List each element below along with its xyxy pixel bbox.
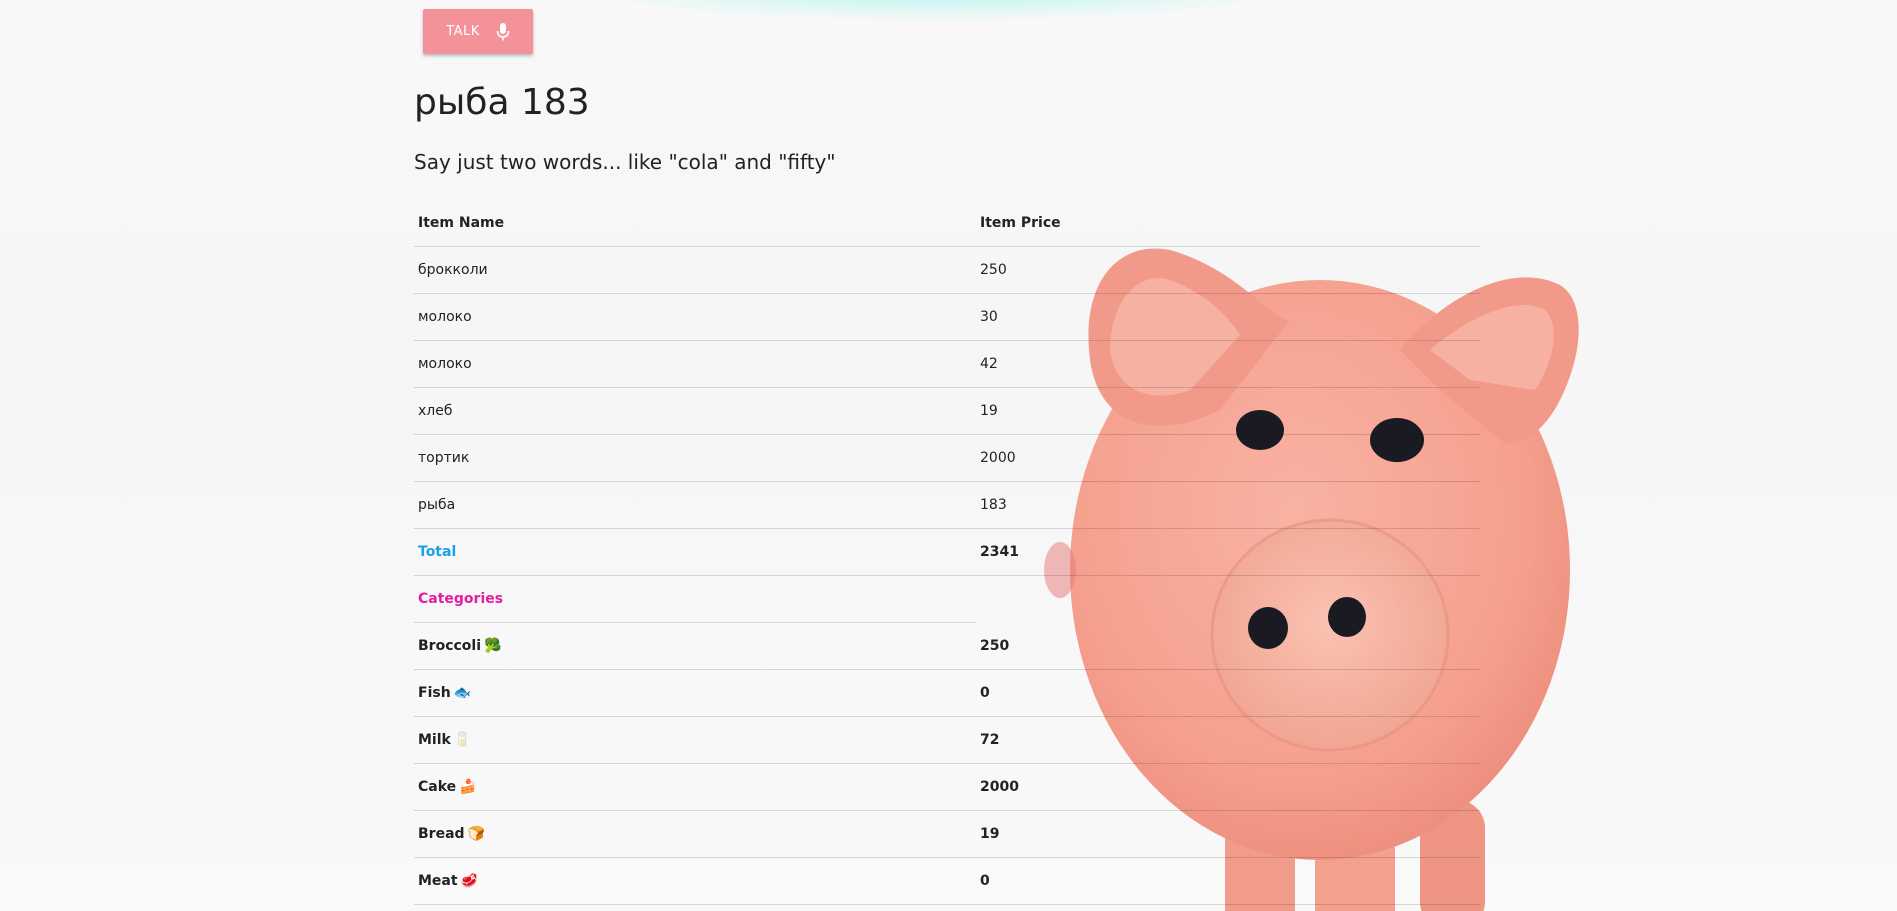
item-name: хлеб bbox=[414, 387, 976, 435]
item-price: 30 bbox=[976, 293, 1480, 341]
item-price: 42 bbox=[976, 340, 1480, 388]
categories-label: Categories bbox=[414, 575, 976, 623]
category-value: 19 bbox=[976, 810, 1480, 858]
broccoli-icon: 🥦 bbox=[484, 638, 502, 654]
page: TALK рыба 183 Say just two words... like… bbox=[0, 0, 1897, 911]
item-price: 2000 bbox=[976, 434, 1480, 482]
top-glow bbox=[600, 0, 1280, 20]
table-row: молоко 30 bbox=[414, 293, 1480, 341]
item-price: 250 bbox=[976, 246, 1480, 294]
category-label: Meat bbox=[418, 873, 458, 889]
category-name: Bread 🍞 bbox=[414, 810, 976, 858]
categories-empty-cell bbox=[976, 576, 1480, 623]
item-name: тортик bbox=[414, 434, 976, 482]
category-row: Bread 🍞 19 bbox=[414, 810, 1480, 858]
total-value: 2341 bbox=[976, 528, 1480, 576]
category-name: Broccoli 🥦 bbox=[414, 622, 976, 670]
fish-icon: 🐟 bbox=[453, 685, 472, 701]
table-row: тортик 2000 bbox=[414, 434, 1480, 482]
category-name: Meat 🥩 bbox=[414, 857, 976, 905]
milk-icon: 🥛 bbox=[453, 732, 472, 748]
instructions-text: Say just two words... like "cola" and "f… bbox=[414, 150, 836, 174]
item-price: 183 bbox=[976, 481, 1480, 529]
category-name: Cake 🍰 bbox=[414, 763, 976, 811]
item-name: молоко bbox=[414, 293, 976, 341]
category-name: Milk 🥛 bbox=[414, 716, 976, 764]
item-name: рыба bbox=[414, 481, 976, 529]
category-value: 72 bbox=[976, 716, 1480, 764]
cake-icon: 🍰 bbox=[459, 779, 477, 795]
category-value: 250 bbox=[976, 622, 1480, 670]
category-row: Fish 🐟 0 bbox=[414, 669, 1480, 717]
category-label: Cake bbox=[418, 779, 457, 795]
categories-row: Categories bbox=[414, 575, 1480, 623]
category-label: Milk bbox=[418, 732, 451, 748]
talk-button[interactable]: TALK bbox=[423, 9, 533, 54]
category-label: Broccoli bbox=[418, 638, 482, 654]
category-row: Cake 🍰 2000 bbox=[414, 763, 1480, 811]
table-header-row: Item Name Item Price bbox=[414, 200, 1480, 247]
category-label: Bread bbox=[418, 826, 465, 842]
header-item-name: Item Name bbox=[414, 200, 976, 247]
table-row: брокколи 250 bbox=[414, 246, 1480, 294]
item-name: брокколи bbox=[414, 246, 976, 294]
category-value: 0 bbox=[976, 857, 1480, 905]
talk-button-label: TALK bbox=[446, 24, 480, 39]
category-value: 0 bbox=[976, 669, 1480, 717]
category-row: Broccoli 🥦 250 bbox=[414, 622, 1480, 670]
table-row: рыба 183 bbox=[414, 481, 1480, 529]
items-table: Item Name Item Price брокколи 250 молоко… bbox=[414, 200, 1480, 905]
category-name: Fish 🐟 bbox=[414, 669, 976, 717]
table-row: хлеб 19 bbox=[414, 387, 1480, 435]
page-title: рыба 183 bbox=[414, 82, 590, 123]
item-name: молоко bbox=[414, 340, 976, 388]
category-row: Meat 🥩 0 bbox=[414, 857, 1480, 905]
category-label: Fish bbox=[418, 685, 451, 701]
category-row: Milk 🥛 72 bbox=[414, 716, 1480, 764]
bread-icon: 🍞 bbox=[467, 826, 485, 842]
total-label: Total bbox=[414, 528, 976, 576]
table-row: молоко 42 bbox=[414, 340, 1480, 388]
microphone-icon bbox=[496, 22, 510, 41]
category-value: 2000 bbox=[976, 763, 1480, 811]
header-item-price: Item Price bbox=[976, 200, 1480, 247]
item-price: 19 bbox=[976, 387, 1480, 435]
total-row: Total 2341 bbox=[414, 528, 1480, 576]
meat-icon: 🥩 bbox=[460, 873, 479, 889]
